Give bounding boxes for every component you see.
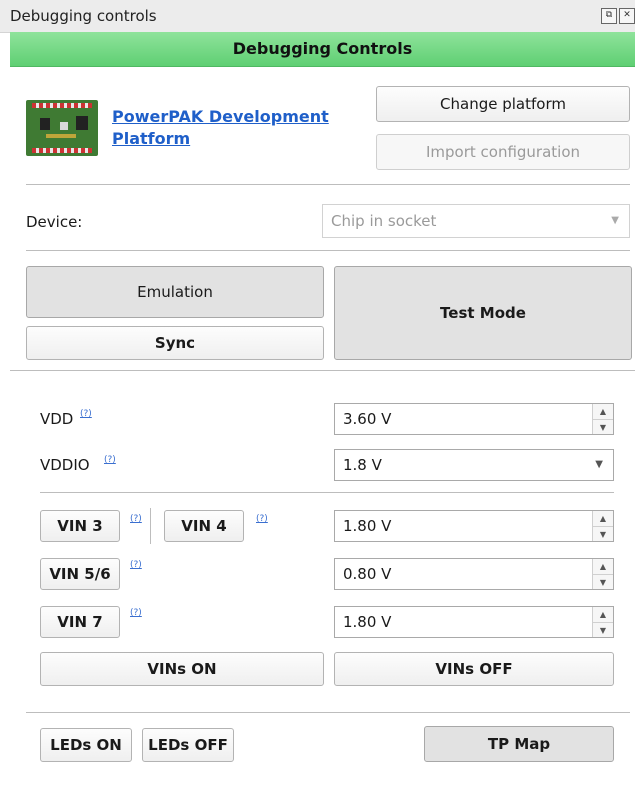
window-title: Debugging controls bbox=[10, 7, 157, 25]
import-configuration-button[interactable]: Import configuration bbox=[376, 134, 630, 170]
spin-up-icon[interactable]: ▲ bbox=[593, 607, 613, 623]
vin7-stepper[interactable]: ▲ ▼ bbox=[592, 607, 613, 637]
device-select-value: Chip in socket bbox=[331, 212, 437, 230]
spin-down-icon[interactable]: ▼ bbox=[593, 575, 613, 590]
divider bbox=[40, 492, 614, 493]
vddio-value: 1.8 V bbox=[343, 456, 382, 474]
spin-down-icon[interactable]: ▼ bbox=[593, 527, 613, 542]
test-mode-button[interactable]: Test Mode bbox=[334, 266, 632, 360]
vin56-button[interactable]: VIN 5/6 bbox=[40, 558, 120, 590]
tp-map-button[interactable]: TP Map bbox=[424, 726, 614, 762]
title-bar-icons: ⧉ ✕ bbox=[601, 8, 635, 24]
divider bbox=[10, 370, 635, 371]
spin-up-icon[interactable]: ▲ bbox=[593, 404, 613, 420]
spin-down-icon[interactable]: ▼ bbox=[593, 420, 613, 435]
vin34-stepper[interactable]: ▲ ▼ bbox=[592, 511, 613, 541]
vins-on-button[interactable]: VINs ON bbox=[40, 652, 324, 686]
vertical-divider bbox=[150, 508, 151, 544]
vddio-select[interactable]: 1.8 V ▼ bbox=[334, 449, 614, 481]
vin3-button[interactable]: VIN 3 bbox=[40, 510, 120, 542]
vin4-button[interactable]: VIN 4 bbox=[164, 510, 244, 542]
vin3-help-icon[interactable]: (?) bbox=[130, 514, 142, 524]
sync-button[interactable]: Sync bbox=[26, 326, 324, 360]
vin56-value: 0.80 V bbox=[343, 565, 392, 583]
leds-on-button[interactable]: LEDs ON bbox=[40, 728, 132, 762]
vin7-spinbox[interactable]: 1.80 V ▲ ▼ bbox=[334, 606, 614, 638]
vin56-spinbox[interactable]: 0.80 V ▲ ▼ bbox=[334, 558, 614, 590]
vin7-value: 1.80 V bbox=[343, 613, 392, 631]
emulation-button[interactable]: Emulation bbox=[26, 266, 324, 318]
close-icon[interactable]: ✕ bbox=[619, 8, 635, 24]
vdd-help-icon[interactable]: (?) bbox=[80, 409, 92, 419]
chevron-down-icon: ▼ bbox=[595, 459, 603, 470]
vddio-help-icon[interactable]: (?) bbox=[104, 455, 116, 465]
divider bbox=[26, 184, 630, 185]
vins-off-button[interactable]: VINs OFF bbox=[334, 652, 614, 686]
vdd-stepper[interactable]: ▲ ▼ bbox=[592, 404, 613, 434]
vddio-label: VDDIO bbox=[40, 456, 90, 474]
vin34-value: 1.80 V bbox=[343, 517, 392, 535]
platform-board-image bbox=[26, 100, 98, 156]
vin56-help-icon[interactable]: (?) bbox=[130, 560, 142, 570]
vin7-button[interactable]: VIN 7 bbox=[40, 606, 120, 638]
spin-down-icon[interactable]: ▼ bbox=[593, 623, 613, 638]
spin-up-icon[interactable]: ▲ bbox=[593, 511, 613, 527]
device-label: Device: bbox=[26, 213, 83, 231]
vin34-spinbox[interactable]: 1.80 V ▲ ▼ bbox=[334, 510, 614, 542]
title-bar: Debugging controls ⧉ ✕ bbox=[0, 0, 635, 33]
change-platform-button[interactable]: Change platform bbox=[376, 86, 630, 122]
spin-up-icon[interactable]: ▲ bbox=[593, 559, 613, 575]
vdd-value: 3.60 V bbox=[343, 410, 392, 428]
vdd-spinbox[interactable]: 3.60 V ▲ ▼ bbox=[334, 403, 614, 435]
vin4-help-icon[interactable]: (?) bbox=[256, 514, 268, 524]
divider bbox=[26, 712, 630, 713]
vdd-label: VDD bbox=[40, 410, 74, 428]
device-select[interactable]: Chip in socket ▼ bbox=[322, 204, 630, 238]
float-window-icon[interactable]: ⧉ bbox=[601, 8, 617, 24]
platform-link[interactable]: PowerPAK Development Platform bbox=[112, 106, 342, 150]
debugging-controls-window: Debugging controls ⧉ ✕ Debugging Control… bbox=[0, 0, 635, 794]
divider bbox=[26, 250, 630, 251]
section-banner: Debugging Controls bbox=[10, 32, 635, 67]
vin56-stepper[interactable]: ▲ ▼ bbox=[592, 559, 613, 589]
leds-off-button[interactable]: LEDs OFF bbox=[142, 728, 234, 762]
chevron-down-icon: ▼ bbox=[611, 215, 619, 226]
vin7-help-icon[interactable]: (?) bbox=[130, 608, 142, 618]
